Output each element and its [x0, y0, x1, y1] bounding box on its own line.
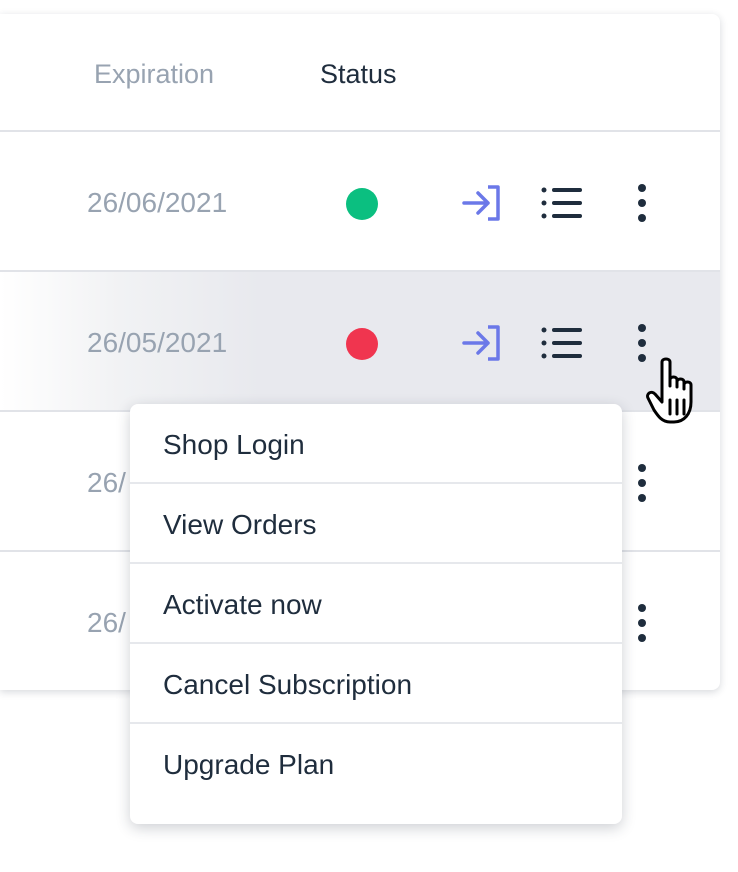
expiration-date: 26/ [87, 607, 126, 638]
menu-item-label: Activate now [163, 589, 322, 620]
menu-item-label: Cancel Subscription [163, 669, 413, 700]
hand-pointer-icon [646, 356, 712, 428]
menu-item-upgrade-plan[interactable]: Upgrade Plan [130, 724, 622, 802]
table-header: Expiration Status [0, 14, 720, 132]
menu-item-cancel-subscription[interactable]: Cancel Subscription [130, 644, 622, 724]
table-row: 26/06/2021 [0, 132, 720, 272]
table-row-hovered: 26/05/2021 [0, 272, 720, 412]
more-vertical-icon[interactable] [634, 602, 650, 644]
status-dot-inactive [346, 328, 378, 360]
menu-item-label: View Orders [163, 509, 317, 540]
menu-item-label: Shop Login [163, 429, 305, 460]
more-vertical-icon[interactable] [634, 182, 650, 224]
list-icon[interactable] [540, 186, 584, 220]
column-header-status[interactable]: Status [320, 57, 397, 91]
expiration-date: 26/05/2021 [87, 327, 228, 358]
column-header-expiration[interactable]: Expiration [94, 57, 214, 91]
more-vertical-icon[interactable] [634, 462, 650, 504]
menu-item-label: Upgrade Plan [163, 749, 335, 780]
login-icon[interactable] [460, 323, 504, 363]
login-icon[interactable] [460, 183, 504, 223]
context-menu: Shop Login View Orders Activate now Canc… [130, 404, 622, 824]
stage: Expiration Status 26/06/2021 26/05/2021 … [0, 0, 738, 872]
list-icon[interactable] [540, 326, 584, 360]
status-dot-active [346, 188, 378, 220]
menu-item-view-orders[interactable]: View Orders [130, 484, 622, 564]
expiration-date: 26/06/2021 [87, 187, 228, 218]
expiration-date: 26/ [87, 467, 126, 498]
menu-item-shop-login[interactable]: Shop Login [130, 404, 622, 484]
menu-item-activate-now[interactable]: Activate now [130, 564, 622, 644]
